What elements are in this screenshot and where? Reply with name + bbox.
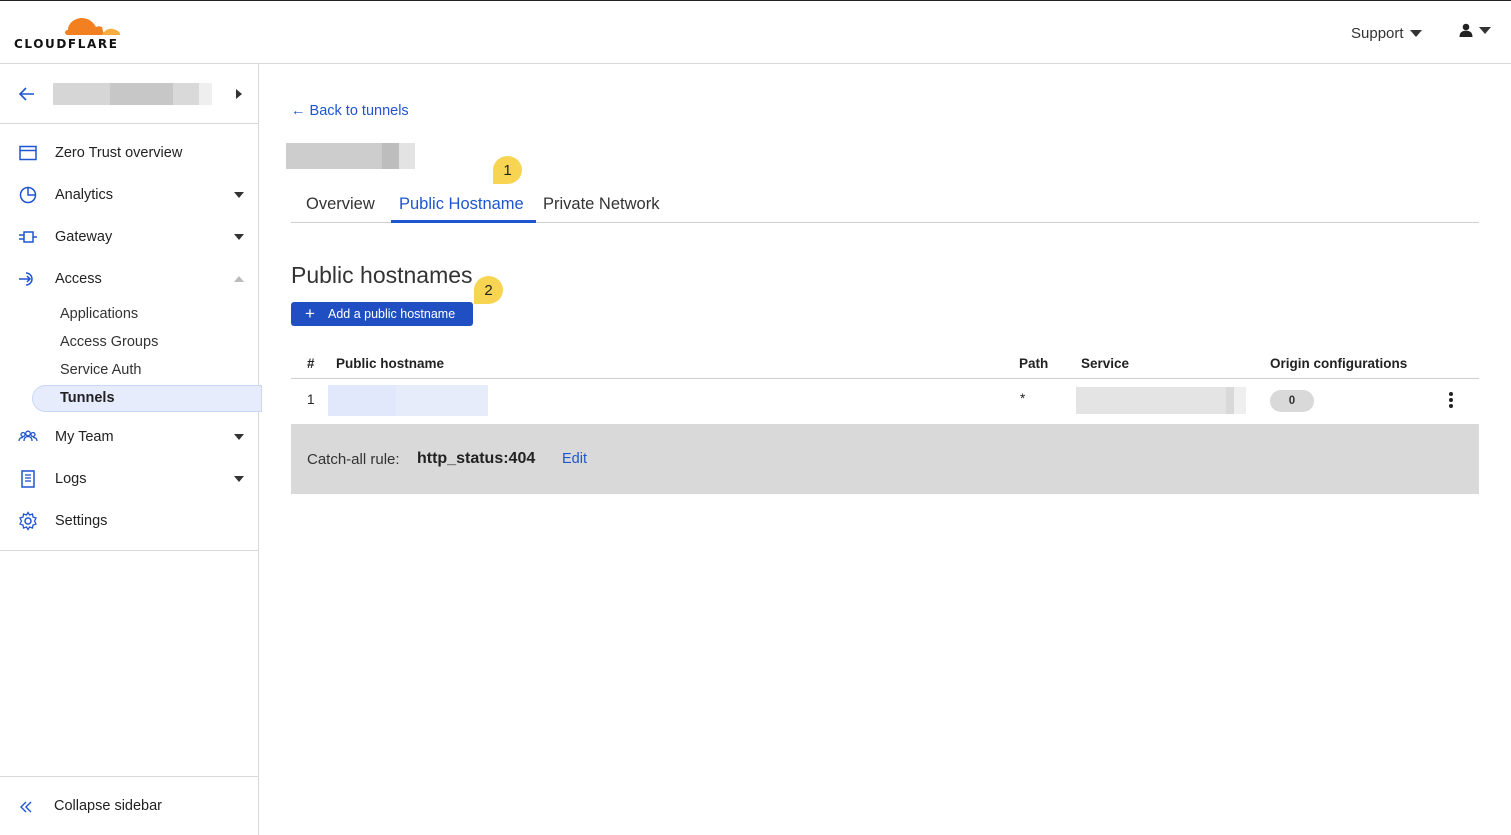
document-icon bbox=[21, 470, 35, 488]
chevron-up-icon[interactable] bbox=[234, 276, 244, 282]
top-bar: CLOUDFLARE Support bbox=[0, 0, 1511, 64]
sidebar-subitem-tunnels[interactable]: Tunnels bbox=[32, 385, 262, 412]
sidebar-subitem-applications[interactable]: Applications bbox=[60, 306, 138, 322]
sidebar-item-label: Analytics bbox=[55, 187, 114, 203]
sidebar-item-label: Logs bbox=[55, 471, 87, 487]
tunnel-name-redacted bbox=[286, 143, 415, 169]
catch-all-label: Catch-all rule: bbox=[307, 451, 400, 468]
support-menu[interactable]: Support bbox=[1351, 25, 1422, 42]
browser-window-icon bbox=[19, 145, 37, 161]
cloud-icon bbox=[65, 18, 121, 35]
add-button-label: Add a public hostname bbox=[328, 307, 456, 321]
sidebar-item-zero-trust-overview[interactable]: Zero Trust overview bbox=[0, 135, 258, 171]
sidebar-item-gateway[interactable]: Gateway bbox=[0, 219, 258, 255]
column-header-public-hostname: Public hostname bbox=[336, 356, 445, 371]
gateway-icon bbox=[19, 231, 37, 243]
user-menu[interactable] bbox=[1459, 23, 1491, 37]
tab-public-hostname[interactable]: Public Hostname bbox=[399, 195, 524, 214]
sidebar-item-my-team[interactable]: My Team bbox=[0, 419, 258, 455]
collapse-sidebar-label: Collapse sidebar bbox=[54, 798, 163, 814]
back-arrow-icon[interactable] bbox=[17, 84, 37, 104]
sidebar-item-label: Settings bbox=[55, 513, 108, 529]
sidebar-subitem-access-groups[interactable]: Access Groups bbox=[60, 334, 158, 350]
row-index: 1 bbox=[307, 392, 315, 407]
active-tab-indicator bbox=[391, 220, 536, 223]
chevron-right-icon[interactable] bbox=[236, 89, 242, 99]
column-header-service: Service bbox=[1081, 356, 1130, 371]
plus-icon: + bbox=[305, 304, 315, 323]
access-icon bbox=[19, 272, 33, 286]
chevron-down-icon[interactable] bbox=[234, 234, 244, 240]
chevron-down-icon bbox=[1409, 30, 1422, 37]
sidebar-item-label: Gateway bbox=[55, 229, 113, 245]
sidebar-divider bbox=[0, 550, 258, 551]
logo-wordmark: CLOUDFLARE bbox=[14, 37, 119, 51]
chevron-down-icon[interactable] bbox=[234, 434, 244, 440]
collapse-sidebar-button[interactable]: Collapse sidebar bbox=[0, 776, 258, 835]
cloudflare-logo[interactable]: CLOUDFLARE bbox=[14, 9, 124, 51]
sidebar-item-access[interactable]: Access bbox=[0, 261, 258, 297]
catch-all-value: http_status:404 bbox=[417, 450, 536, 467]
sidebar-subitem-service-auth[interactable]: Service Auth bbox=[60, 362, 141, 378]
sidebar-item-logs[interactable]: Logs bbox=[0, 461, 258, 497]
chevron-down-icon[interactable] bbox=[234, 192, 244, 198]
tab-overview[interactable]: Overview bbox=[306, 195, 375, 214]
support-label: Support bbox=[1351, 25, 1404, 42]
chevron-down-icon[interactable] bbox=[234, 476, 244, 482]
table-row: 1 * 0 bbox=[291, 379, 1479, 423]
column-header-origin-configurations: Origin configurations bbox=[1270, 356, 1408, 371]
column-header-path: Path bbox=[1019, 356, 1049, 371]
sidebar-item-settings[interactable]: Settings bbox=[0, 503, 258, 539]
gear-icon bbox=[19, 511, 37, 531]
sidebar: Zero Trust overview Analytics Gateway Ac… bbox=[0, 64, 262, 835]
public-hostname-redacted[interactable] bbox=[328, 385, 488, 416]
account-name-redacted[interactable] bbox=[53, 83, 212, 105]
callout-badge-1: 1 bbox=[493, 156, 522, 184]
pie-chart-icon bbox=[19, 186, 37, 204]
catch-all-rule-row: Catch-all rule: http_status:404 Edit bbox=[291, 424, 1479, 494]
table-header: # Public hostname Path Service Origin co… bbox=[291, 352, 1479, 379]
add-public-hostname-button[interactable]: + Add a public hostname bbox=[291, 302, 473, 326]
row-path: * bbox=[1020, 391, 1026, 406]
sidebar-item-label: My Team bbox=[55, 429, 114, 445]
catch-all-edit-link[interactable]: Edit bbox=[562, 451, 587, 467]
sidebar-item-analytics[interactable]: Analytics bbox=[0, 177, 258, 213]
sidebar-subitem-label: Tunnels bbox=[60, 390, 115, 406]
back-to-tunnels-link[interactable]: ← Back to tunnels bbox=[291, 103, 409, 119]
double-chevron-left-icon bbox=[20, 801, 32, 813]
column-header-index: # bbox=[307, 356, 315, 371]
tab-bar: Overview Public Hostname Private Network bbox=[291, 190, 1479, 223]
page-title: Public hostnames bbox=[291, 262, 473, 288]
account-switcher bbox=[0, 64, 258, 124]
team-icon bbox=[18, 430, 38, 442]
sidebar-item-label: Access bbox=[55, 271, 102, 287]
tab-private-network[interactable]: Private Network bbox=[543, 195, 659, 214]
service-redacted bbox=[1076, 387, 1246, 414]
origin-configurations-count-badge: 0 bbox=[1270, 390, 1314, 412]
user-icon bbox=[1459, 23, 1473, 37]
chevron-down-icon bbox=[1479, 26, 1491, 34]
row-actions-menu-icon[interactable] bbox=[1445, 389, 1457, 411]
sidebar-item-label: Zero Trust overview bbox=[55, 145, 183, 161]
callout-badge-2: 2 bbox=[474, 276, 503, 304]
